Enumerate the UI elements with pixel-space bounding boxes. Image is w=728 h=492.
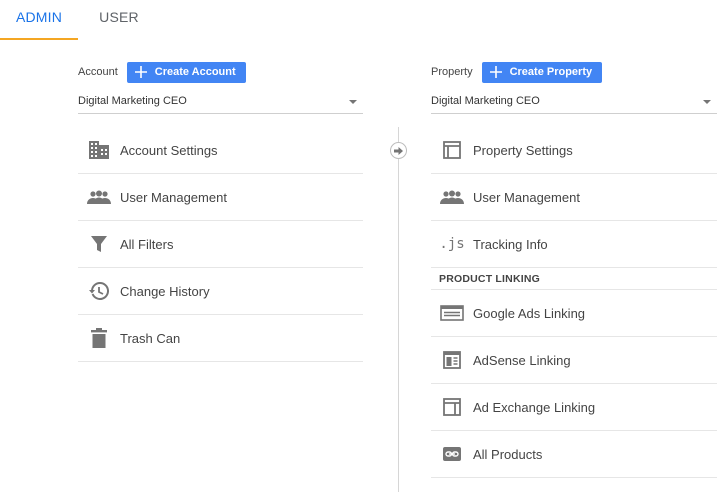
users-icon bbox=[431, 190, 473, 204]
account-selector[interactable]: Digital Marketing CEO bbox=[78, 90, 363, 114]
tab-user[interactable]: USER bbox=[90, 0, 148, 40]
change-history-label: Change History bbox=[120, 283, 210, 299]
admin-tab-bar: ADMIN USER bbox=[0, 0, 728, 40]
all-products-label: All Products bbox=[473, 446, 543, 462]
ad-exchange-linking-label: Ad Exchange Linking bbox=[473, 399, 596, 415]
js-icon: .js bbox=[431, 236, 473, 252]
account-menu: Account Settings User Management All Fil… bbox=[78, 127, 363, 362]
adsense-icon bbox=[431, 351, 473, 369]
trash-icon bbox=[78, 328, 120, 348]
google-ads-linking-item[interactable]: Google Ads Linking bbox=[431, 290, 717, 337]
property-settings-label: Property Settings bbox=[473, 142, 573, 158]
property-selector[interactable]: Digital Marketing CEO bbox=[431, 90, 717, 114]
property-header: Property Create Property bbox=[431, 61, 603, 83]
trash-can-label: Trash Can bbox=[120, 330, 181, 346]
tracking-info-item[interactable]: .js Tracking Info bbox=[431, 221, 717, 268]
account-settings-label: Account Settings bbox=[120, 142, 218, 158]
all-filters-label: All Filters bbox=[120, 236, 174, 252]
building-icon bbox=[78, 140, 120, 160]
account-user-management-item[interactable]: User Management bbox=[78, 174, 363, 221]
account-settings-item[interactable]: Account Settings bbox=[78, 127, 363, 174]
property-menu: Property Settings User Management .js Tr… bbox=[431, 127, 717, 478]
trash-can-item[interactable]: Trash Can bbox=[78, 315, 363, 362]
tracking-info-label: Tracking Info bbox=[473, 236, 548, 252]
all-products-item[interactable]: All Products bbox=[431, 431, 717, 478]
chevron-down-icon bbox=[349, 100, 357, 104]
filter-icon bbox=[78, 235, 120, 253]
ad-exchange-icon bbox=[431, 398, 473, 416]
adsense-linking-label: AdSense Linking bbox=[473, 352, 571, 368]
property-settings-item[interactable]: Property Settings bbox=[431, 127, 717, 174]
account-label: Account bbox=[78, 66, 118, 78]
property-user-management-item[interactable]: User Management bbox=[431, 174, 717, 221]
js-icon-text: .js bbox=[439, 236, 465, 252]
create-property-label: Create Property bbox=[509, 66, 593, 78]
change-history-item[interactable]: Change History bbox=[78, 268, 363, 315]
history-icon bbox=[78, 282, 120, 300]
ads-icon bbox=[431, 305, 473, 321]
all-filters-item[interactable]: All Filters bbox=[78, 221, 363, 268]
column-divider bbox=[398, 127, 399, 492]
users-icon bbox=[78, 190, 120, 204]
property-label: Property bbox=[431, 66, 473, 78]
account-header: Account Create Account bbox=[78, 61, 246, 83]
chevron-down-icon bbox=[703, 100, 711, 104]
property-selected-value: Digital Marketing CEO bbox=[431, 95, 540, 107]
product-linking-heading: PRODUCT LINKING bbox=[431, 268, 717, 290]
account-selected-value: Digital Marketing CEO bbox=[78, 95, 187, 107]
account-user-management-label: User Management bbox=[120, 189, 227, 205]
property-user-management-label: User Management bbox=[473, 189, 580, 205]
link-icon bbox=[431, 446, 473, 462]
create-property-button[interactable]: Create Property bbox=[481, 61, 603, 83]
plus-icon bbox=[489, 66, 502, 78]
plus-icon bbox=[134, 66, 147, 78]
create-account-label: Create Account bbox=[154, 66, 236, 78]
ad-exchange-linking-item[interactable]: Ad Exchange Linking bbox=[431, 384, 717, 431]
tab-admin[interactable]: ADMIN bbox=[0, 0, 78, 40]
google-ads-linking-label: Google Ads Linking bbox=[473, 305, 586, 321]
create-account-button[interactable]: Create Account bbox=[126, 61, 246, 83]
window-icon bbox=[431, 141, 473, 159]
arrow-right-icon[interactable] bbox=[390, 142, 407, 159]
adsense-linking-item[interactable]: AdSense Linking bbox=[431, 337, 717, 384]
